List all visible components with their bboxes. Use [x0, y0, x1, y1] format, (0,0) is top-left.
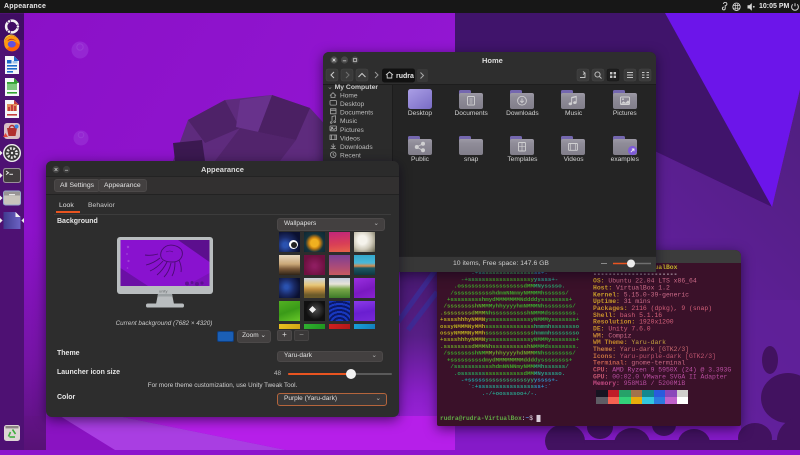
svg-text:Videos: Videos [340, 135, 361, 142]
svg-text:Documents: Documents [340, 109, 374, 116]
svg-text:Music: Music [340, 118, 358, 125]
svg-text:Desktop: Desktop [340, 101, 365, 108]
svg-text:rudra: rudra [396, 73, 414, 80]
svg-text:unity: unity [159, 289, 167, 294]
svg-text:Downloads: Downloads [340, 144, 373, 151]
svg-text:Home: Home [340, 92, 358, 99]
svg-text:Pictures: Pictures [340, 126, 365, 133]
svg-text:Recent: Recent [340, 152, 361, 159]
